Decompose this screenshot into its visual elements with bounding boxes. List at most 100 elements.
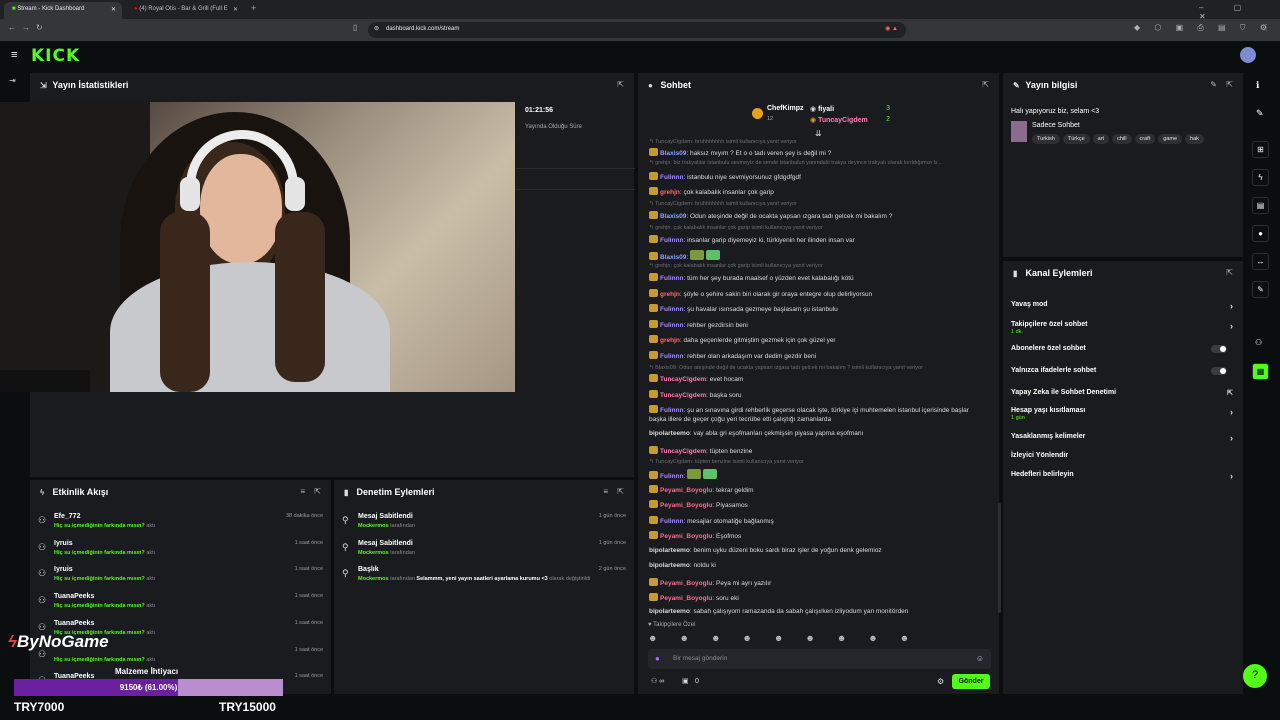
- tag-chip[interactable]: hak: [1185, 134, 1204, 144]
- chat-message[interactable]: Fulinnn: mesajlar otomatiğe bağlanmış: [649, 516, 774, 525]
- message-user[interactable]: Fulinnn: [660, 353, 683, 360]
- channel-action[interactable]: Yapay Zeka ile Sohbet Denetimi ⇱: [1011, 389, 1233, 397]
- forward-icon[interactable]: →: [22, 23, 30, 32]
- message-user[interactable]: Fulinnn: [660, 174, 683, 181]
- chat-message[interactable]: Blaxis09:: [649, 250, 722, 261]
- toggle-switch[interactable]: [1211, 367, 1227, 375]
- message-user[interactable]: Fulinnn: [660, 518, 683, 525]
- menu-icon[interactable]: ⋮: [1262, 23, 1270, 32]
- emote-bar[interactable]: ☻☻☻☻☻☻☻☻☻: [648, 633, 993, 643]
- message-user[interactable]: bipolarteemo: [649, 562, 690, 569]
- stream-preview-video[interactable]: [0, 102, 515, 392]
- site-info-icon[interactable]: ⊜: [374, 25, 379, 32]
- browser-tab-youtube[interactable]: ● (4) Royal Otis - Bar & Grill (Full E ✕: [126, 2, 244, 19]
- toolbar-icons[interactable]: ◆ ⬡ ▣ ⎙ ▤ ⛉ ⚙: [1134, 23, 1273, 33]
- event-row[interactable]: ⚇ Iyruis Hiç su içmediğinin farkında mısın…: [38, 566, 323, 593]
- chat-message[interactable]: grehjn: çok kalabalık insanlar çok garip: [649, 187, 774, 196]
- users-icon[interactable]: ⚇: [1255, 338, 1262, 347]
- hamburger-icon[interactable]: ≡: [11, 49, 17, 61]
- settings-icon[interactable]: ⚙: [937, 677, 944, 686]
- tag-chip[interactable]: art: [1092, 134, 1110, 144]
- chat-input[interactable]: ● Bir mesaj gönderin ☺: [648, 649, 991, 669]
- emoji-icon[interactable]: ☺: [976, 654, 984, 663]
- stats-icon[interactable]: ▦: [1252, 363, 1269, 380]
- popout-icon[interactable]: ⇱: [314, 487, 321, 496]
- channel-action[interactable]: Hedefleri belirleyin ›: [1011, 471, 1233, 481]
- help-icon[interactable]: ?: [1243, 664, 1267, 688]
- message-user[interactable]: Fulinnn: [660, 473, 683, 480]
- mod-action-row[interactable]: ⚲ Mesaj Sabitlendi Mockermos tarafından 1 g…: [342, 540, 626, 567]
- chat-message[interactable]: TuncayCigdem: evet hocam: [649, 374, 743, 383]
- chat-message[interactable]: bipolarteemo: benim uyku düzeni boku sar…: [649, 547, 882, 554]
- filter-icon[interactable]: ≡: [300, 487, 305, 496]
- chat-message[interactable]: Fulinnn: rehber olan arkadaşım var dedim…: [649, 351, 816, 360]
- info-icon[interactable]: ℹ: [1256, 80, 1259, 91]
- chat-message[interactable]: Fulinnn: rehber gezdirsin beni: [649, 320, 748, 329]
- chat-message[interactable]: Peyami_Boyoglu: soru eki: [649, 593, 739, 602]
- bookmark-icon[interactable]: ▯: [353, 23, 357, 32]
- chat-message[interactable]: grehjn: daha geçenlerde gitmiştim gezmek…: [649, 335, 836, 344]
- filter-icon[interactable]: ≡: [603, 487, 608, 496]
- chat-message[interactable]: Fulinnn: tüm her şey burada maalsef o yü…: [649, 273, 854, 282]
- reload-icon[interactable]: ↻: [36, 23, 43, 32]
- message-user[interactable]: Peyami_Boyoglu: [660, 580, 712, 587]
- chat-message[interactable]: Fulinnn: istanbulu niye sevmiyorsunuz gf…: [649, 172, 801, 181]
- collapse-icon[interactable]: ⇥: [9, 76, 16, 85]
- chat-message[interactable]: bipolarteemo: noldu ki: [649, 562, 716, 569]
- chat-message[interactable]: Peyami_Boyoglu: Peya mi ayrı yazılır: [649, 578, 771, 587]
- chat-message[interactable]: bipolarteemo: vay abla gri eşofmanları ç…: [649, 430, 863, 437]
- channel-action[interactable]: İzleyici Yönlendir: [1011, 452, 1233, 459]
- notes-icon[interactable]: ▤: [1252, 197, 1269, 214]
- toggle-switch[interactable]: [1211, 345, 1227, 353]
- send-button[interactable]: Gönder: [952, 674, 990, 689]
- users-icon[interactable]: ⚇ ∞: [651, 677, 664, 685]
- tag-chip[interactable]: Türkçe: [1062, 134, 1090, 144]
- browser-tab-kick[interactable]: ■ Stream - Kick Dashboard ✕: [4, 2, 122, 19]
- chat-message[interactable]: Blaxis09: Odun ateşinde değil de ocakta …: [649, 211, 892, 220]
- popout-icon[interactable]: ⇱: [617, 487, 624, 496]
- chat-message[interactable]: Fulinnn:: [649, 469, 719, 480]
- chat-message[interactable]: Peyami_Boyoglu: Piyasamos: [649, 500, 748, 509]
- event-row[interactable]: ⚇ Iyruis Hiç su içmediğinin farkında mısın…: [38, 540, 323, 567]
- url-field[interactable]: ⊜ dashboard.kick.com/stream ◉ ▲: [368, 22, 906, 38]
- popout-icon[interactable]: ⇱: [617, 80, 624, 89]
- popout-icon[interactable]: ⇱: [1226, 80, 1233, 89]
- wrench-icon[interactable]: ✎: [1252, 281, 1269, 298]
- mod-view-icon[interactable]: ⊞: [1252, 141, 1269, 158]
- message-user[interactable]: Blaxis09: [660, 150, 686, 157]
- channel-action[interactable]: Hesap yaşı kısıtlaması 1 gün ›: [1011, 407, 1233, 421]
- message-user[interactable]: Peyami_Boyoglu: [660, 595, 712, 602]
- mod-action-row[interactable]: ⚲ Başlık Mockermos tarafından Selammm, yen…: [342, 566, 626, 593]
- chat-message[interactable]: Blaxis09: haksız mıyım ? Et o o tadı ver…: [649, 148, 831, 157]
- event-row[interactable]: ⚇ TuanaPeeks Hiç su içmediğinin farkında m…: [38, 593, 323, 620]
- message-user[interactable]: Blaxis09: [660, 213, 686, 220]
- chat-message[interactable]: TuncayCigdem: başka soru: [649, 390, 742, 399]
- mod-action-row[interactable]: ⚲ Mesaj Sabitlendi Mockermos tarafından 1 g…: [342, 513, 626, 540]
- chat-message[interactable]: Fulinnn: şu an sınavına girdi rehberlik …: [649, 405, 969, 414]
- edit-icon[interactable]: ✎: [1256, 108, 1264, 119]
- avatar[interactable]: [1240, 47, 1256, 63]
- clips-icon[interactable]: ↔: [1252, 253, 1269, 270]
- channel-action[interactable]: Takipçilere özel sohbet 1 dk. ›: [1011, 321, 1233, 335]
- chat-message[interactable]: TuncayCigdem: tüpten benzine: [649, 446, 752, 455]
- channel-action[interactable]: Yalnızca ifadelerle sohbet: [1011, 367, 1233, 375]
- message-user[interactable]: grehjn: [660, 189, 680, 196]
- channel-action[interactable]: Yavaş mod ›: [1011, 301, 1233, 311]
- chat-message[interactable]: Fulinnn: insanlar garip diyemeyiz ki, tü…: [649, 235, 855, 244]
- tag-chip[interactable]: craft: [1134, 134, 1156, 144]
- message-user[interactable]: TuncayCigdem: [660, 392, 706, 399]
- kick-logo[interactable]: KICK: [31, 46, 80, 66]
- chat-message[interactable]: Peyami_Boyoglu: tekrar geldim: [649, 485, 754, 494]
- tag-chip[interactable]: Turkish: [1032, 134, 1060, 144]
- chat-message[interactable]: bipolarteemo: sabah çalışıyom ramazanda …: [649, 608, 908, 615]
- channel-action[interactable]: Abonelere özel sohbet: [1011, 345, 1233, 353]
- pinned-icon[interactable]: ⇊: [815, 129, 822, 138]
- back-icon[interactable]: ←: [8, 23, 16, 32]
- chat-message[interactable]: Peyami_Boyoglu: Eşofmos: [649, 531, 741, 540]
- message-user[interactable]: Blaxis09: [660, 254, 686, 261]
- message-user[interactable]: Peyami_Boyoglu: [660, 533, 712, 540]
- new-tab-icon[interactable]: +: [251, 3, 256, 13]
- drag-icon[interactable]: ⇲: [40, 81, 50, 90]
- popout-icon[interactable]: ⇱: [1226, 268, 1233, 277]
- message-user[interactable]: grehjn: [660, 291, 680, 298]
